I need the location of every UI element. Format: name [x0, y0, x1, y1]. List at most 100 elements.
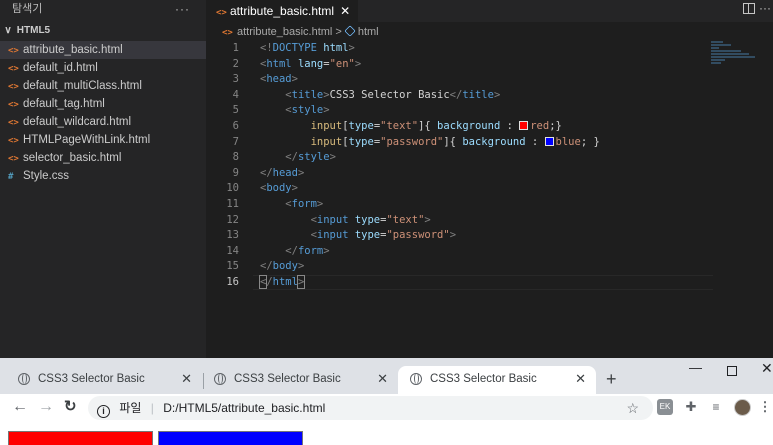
line-number: 1 — [232, 42, 239, 54]
tab-label: attribute_basic.html — [230, 4, 335, 18]
close-icon[interactable]: ✕ — [181, 366, 192, 392]
file-item-selector-basic[interactable]: <> selector_basic.html — [0, 149, 206, 167]
current-line-highlight — [253, 274, 713, 290]
line-number: 7 — [232, 135, 239, 148]
split-editor-icon[interactable] — [743, 3, 755, 14]
code-text: </form> — [285, 244, 330, 257]
browser-tab-active[interactable]: CSS3 Selector Basic ✕ — [398, 366, 596, 394]
puzzle-icon[interactable]: ✚ — [683, 399, 699, 415]
css-icon: # — [8, 172, 14, 182]
code-text: <style> — [285, 104, 330, 117]
folder-html5[interactable]: ∨ HTML5 — [0, 22, 206, 40]
code-editor[interactable]: 1 <!DOCTYPE html> 2 <html lang="en"> 3 <hea… — [206, 41, 773, 291]
extension-icon[interactable]: EK — [657, 399, 673, 415]
media-icon[interactable]: ≡ — [708, 399, 724, 415]
star-icon[interactable]: ☆ — [626, 396, 639, 420]
html-icon: <> — [8, 118, 19, 128]
html-icon: <> — [216, 8, 227, 18]
browser-tab-title: CSS3 Selector Basic — [430, 373, 537, 385]
close-icon[interactable]: ✕ — [575, 366, 586, 392]
browser-window: CSS3 Selector Basic ✕ CSS3 Selector Basi… — [0, 358, 773, 445]
close-icon[interactable]: ✕ — [340, 4, 350, 18]
editor-tab-bar: <> attribute_basic.html ✕ ··· — [206, 0, 773, 22]
breadcrumb-file[interactable]: attribute_basic.html — [237, 26, 332, 38]
chevron-down-icon: ∨ — [4, 25, 12, 36]
address-prefix: 파일 — [119, 401, 142, 415]
line-number: 12 — [226, 213, 239, 226]
file-item-default-multiclass[interactable]: <> default_multiClass.html — [0, 77, 206, 95]
page-content — [0, 422, 773, 445]
address-separator: | — [150, 401, 154, 415]
file-item-attribute-basic[interactable]: <> attribute_basic.html — [0, 41, 206, 59]
menu-icon[interactable]: ⋮ — [757, 399, 773, 415]
explorer-title: 탐색기 — [12, 3, 43, 15]
line-number: 4 — [232, 88, 239, 101]
line-number: 11 — [226, 197, 239, 210]
html-icon: <> — [8, 100, 19, 110]
close-window-button[interactable]: ✕ — [761, 360, 773, 377]
globe-icon — [214, 373, 226, 385]
info-icon[interactable]: i — [97, 405, 110, 418]
file-label: default_id.html — [23, 62, 98, 74]
browser-tab[interactable]: CSS3 Selector Basic ✕ — [202, 366, 398, 394]
password-input[interactable] — [158, 431, 303, 445]
new-tab-button[interactable]: + — [606, 366, 617, 392]
browser-toolbar: ← → ↻ i 파일 | D:/HTML5/attribute_basic.ht… — [0, 394, 773, 422]
file-item-default-tag[interactable]: <> default_tag.html — [0, 95, 206, 113]
code-line: 5 <style> — [206, 103, 773, 119]
screen: 탐색기 ··· ∨ HTML5 <> attribute_basic.html <… — [0, 0, 773, 445]
breadcrumb-symbol[interactable]: html — [358, 26, 379, 38]
code-line: 4 <title>CSS3 Selector Basic</title> — [206, 88, 773, 104]
code-text: </html> — [258, 274, 306, 289]
color-swatch-red[interactable] — [519, 120, 529, 130]
avatar[interactable] — [734, 399, 751, 416]
maximize-button[interactable] — [727, 366, 737, 376]
explorer-panel: 탐색기 ··· ∨ HTML5 <> attribute_basic.html <… — [0, 0, 206, 358]
html-icon: <> — [8, 82, 19, 92]
more-actions-icon[interactable]: ··· — [175, 0, 190, 18]
code-text: input[type="text"]{ background : red;} — [310, 119, 562, 132]
code-text: </style> — [285, 151, 336, 164]
color-swatch-blue[interactable] — [544, 136, 554, 146]
browser-tab-title: CSS3 Selector Basic — [234, 373, 341, 385]
code-line: 15 </body> — [206, 259, 773, 275]
text-input[interactable] — [8, 431, 153, 445]
code-line: 10 <body> — [206, 181, 773, 197]
more-actions-icon[interactable]: ··· — [759, 1, 771, 15]
code-line: 13 <input type="password"> — [206, 228, 773, 244]
code-line: 12 <input type="text"> — [206, 213, 773, 229]
file-label: attribute_basic.html — [23, 44, 123, 56]
line-number: 14 — [226, 244, 239, 257]
chevron-right-icon: > — [335, 26, 342, 38]
file-item-default-id[interactable]: <> default_id.html — [0, 59, 206, 77]
symbol-element-icon — [344, 25, 356, 37]
address-bar[interactable]: i 파일 | D:/HTML5/attribute_basic.html ☆ — [88, 396, 653, 420]
vscode-window: 탐색기 ··· ∨ HTML5 <> attribute_basic.html <… — [0, 0, 773, 358]
close-icon[interactable]: ✕ — [377, 366, 388, 392]
code-text: <html lang="en"> — [260, 57, 362, 70]
code-text: <input type="text"> — [310, 213, 431, 226]
line-number: 9 — [232, 166, 239, 179]
code-text: <body> — [260, 182, 298, 195]
code-line: 14 </form> — [206, 244, 773, 260]
minimap[interactable] — [711, 41, 761, 67]
code-line: 1 <!DOCTYPE html> — [206, 41, 773, 57]
editor-area: <> attribute_basic.html ✕ ··· <> attribute_… — [206, 0, 773, 358]
code-line: 9 </head> — [206, 166, 773, 182]
file-item-htmlpagewithlink[interactable]: <> HTMLPageWithLink.html — [0, 131, 206, 149]
file-list: <> attribute_basic.html <> default_id.html… — [0, 41, 206, 185]
back-button[interactable]: ← — [12, 396, 28, 418]
tab-attribute-basic[interactable]: <> attribute_basic.html ✕ — [206, 0, 359, 22]
html-icon: <> — [8, 136, 19, 146]
line-number: 2 — [232, 57, 239, 70]
file-item-default-wildcard[interactable]: <> default_wildcard.html — [0, 113, 206, 131]
reload-button[interactable]: ↻ — [64, 396, 77, 418]
file-item-style-css[interactable]: # Style.css — [0, 167, 206, 185]
file-label: default_wildcard.html — [23, 116, 132, 128]
code-line: 2 <html lang="en"> — [206, 57, 773, 73]
browser-tab[interactable]: CSS3 Selector Basic ✕ — [6, 366, 202, 394]
code-text: <title>CSS3 Selector Basic</title> — [285, 88, 501, 101]
code-line: 6 input[type="text"]{ background : red;} — [206, 119, 773, 135]
forward-button[interactable]: → — [38, 396, 54, 418]
minimize-button[interactable]: — — [689, 360, 702, 375]
